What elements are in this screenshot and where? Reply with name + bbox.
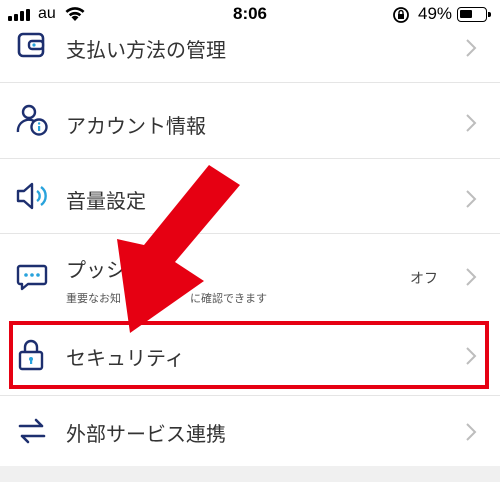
menu-item-label: 外部サービス連携 xyxy=(66,422,226,446)
user-info-icon xyxy=(16,104,48,136)
menu-item-external-services[interactable]: 外部サービス連携 xyxy=(0,396,500,466)
chat-icon xyxy=(16,264,48,291)
menu-item-label: アカウント情報 xyxy=(66,114,206,138)
chevron-right-icon xyxy=(466,268,477,286)
menu-item-label: プッシュ xyxy=(66,258,146,282)
menu-item-description: 重要なお知 xyxy=(66,292,121,305)
arrows-exchange-icon xyxy=(18,418,46,444)
menu-item-label: 音量設定 xyxy=(66,189,146,213)
chevron-right-icon xyxy=(466,39,477,57)
push-status-value: オフ xyxy=(410,271,438,287)
list-footer-band xyxy=(0,466,500,482)
menu-item-description-tail: に確認できます xyxy=(190,292,267,305)
chevron-right-icon xyxy=(466,114,477,132)
wallet-icon xyxy=(17,32,45,58)
menu-item-volume[interactable]: 音量設定 xyxy=(0,159,500,233)
highlight-box xyxy=(9,321,489,389)
menu-item-push-notification[interactable]: プッシュ 重要なお知 に確認できます オフ xyxy=(0,234,500,316)
menu-item-account[interactable]: アカウント情報 xyxy=(0,83,500,158)
chevron-right-icon xyxy=(466,190,477,208)
speaker-icon xyxy=(16,182,47,210)
chevron-right-icon xyxy=(466,423,477,441)
menu-item-payment[interactable]: 支払い方法の管理 xyxy=(0,14,500,80)
menu-item-label: 支払い方法の管理 xyxy=(66,38,226,62)
